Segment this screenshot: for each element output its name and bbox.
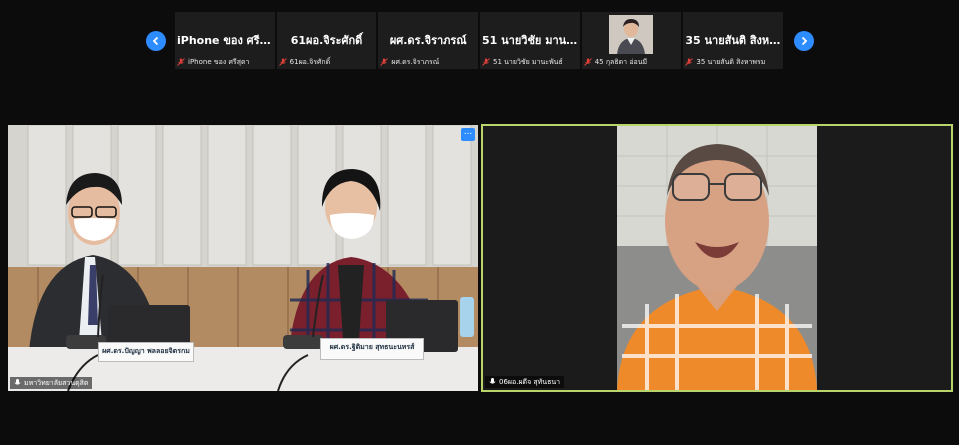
mic-icon (14, 379, 21, 385)
participant-label: 35 นายสันติ สิงหาพรม (685, 56, 781, 68)
video-tile-active-speaker[interactable]: 06ผอ.ผดีจ สุทันธนา (481, 124, 953, 392)
participant-sub-name: 61ผอ.จิรศักดิ์ (289, 58, 331, 66)
next-page-button[interactable] (794, 31, 814, 51)
nameplate-right-presenter: ผศ.ดร.ฐิติมาย สุทธนะนทรส์ (320, 338, 424, 360)
participant-sub-name: 51 นายวิชัย มานะพันธ์ (493, 58, 563, 66)
video-feed-speaker (617, 126, 817, 390)
participant-thumbnail[interactable]: ผศ.ดร.จิราภรณ์ ผศ.ดร.จิราภรณ์ (378, 12, 479, 69)
participant-thumbnail[interactable]: iPhone ของ ศรีสุดา iPhone ของ ศรีสุดา (175, 12, 275, 69)
more-options-button[interactable]: ... (461, 128, 475, 141)
participant-thumbnail-strip: iPhone ของ ศรีสุดา iPhone ของ ศรีสุดา 61… (175, 12, 785, 69)
video-name: 06ผอ.ผดีจ สุทันธนา (499, 378, 561, 386)
mic-muted-icon (380, 58, 389, 66)
video-name: มหาวิทยาลัยสวนดุสิต (24, 379, 89, 387)
mic-icon (489, 378, 496, 384)
participant-name: 61ผอ.จิระศักดิ์ (290, 34, 363, 47)
participant-thumbnail[interactable]: 51 นายวิชัย มานะ... 51 นายวิชัย มานะพันธ… (480, 12, 580, 69)
participant-sub-name: iPhone ของ ศรีสุดา (188, 58, 250, 66)
participant-profile-photo (608, 15, 653, 54)
participant-name: 35 นายสันติ สิงห... (685, 34, 782, 47)
participant-thumbnail[interactable]: 45 กุลธิดา อ่อนมี (581, 12, 682, 69)
chevron-right-icon (801, 36, 808, 46)
participant-name: iPhone ของ ศรีสุดา (177, 34, 275, 47)
participant-label: iPhone ของ ศรีสุดา (177, 56, 273, 68)
participant-name: ผศ.ดร.จิราภรณ์ (389, 34, 467, 47)
video-name-label: มหาวิทยาลัยสวนดุสิต (10, 377, 93, 389)
mic-muted-icon (685, 58, 694, 66)
chevron-left-icon (152, 36, 159, 46)
participant-sub-name: 45 กุลธิดา อ่อนมี (594, 58, 648, 66)
participant-thumbnail[interactable]: 35 นายสันติ สิงห... 35 นายสันติ สิงหาพรม (683, 12, 784, 69)
participant-name: 51 นายวิชัย มานะ... (482, 34, 580, 47)
mic-muted-icon (583, 58, 592, 66)
participant-label: 45 กุลธิดา อ่อนมี (583, 56, 680, 68)
participant-thumbnail[interactable]: 61ผอ.จิระศักดิ์ 61ผอ.จิรศักดิ์ (276, 12, 377, 69)
participant-label: ผศ.ดร.จิราภรณ์ (380, 56, 476, 68)
prev-page-button[interactable] (146, 31, 166, 51)
mic-muted-icon (278, 58, 287, 66)
participant-label: 51 นายวิชัย มานะพันธ์ (482, 56, 578, 68)
mic-muted-icon (177, 58, 185, 66)
mic-muted-icon (482, 58, 490, 66)
nameplate-left-presenter: ผศ.ดร.ปัญญา พลลอยจิตรกม (98, 342, 194, 362)
video-name-label: 06ผอ.ผดีจ สุทันธนา (485, 376, 565, 388)
participant-sub-name: 35 นายสันติ สิงหาพรม (696, 58, 766, 66)
participant-label: 61ผอ.จิรศักดิ์ (278, 56, 375, 68)
video-tile-university[interactable]: ผศ.ดร.ปัญญา พลลอยจิตรกม ผศ.ดร.ฐิติมาย สุ… (8, 125, 478, 391)
participant-sub-name: ผศ.ดร.จิราภรณ์ (391, 58, 440, 66)
